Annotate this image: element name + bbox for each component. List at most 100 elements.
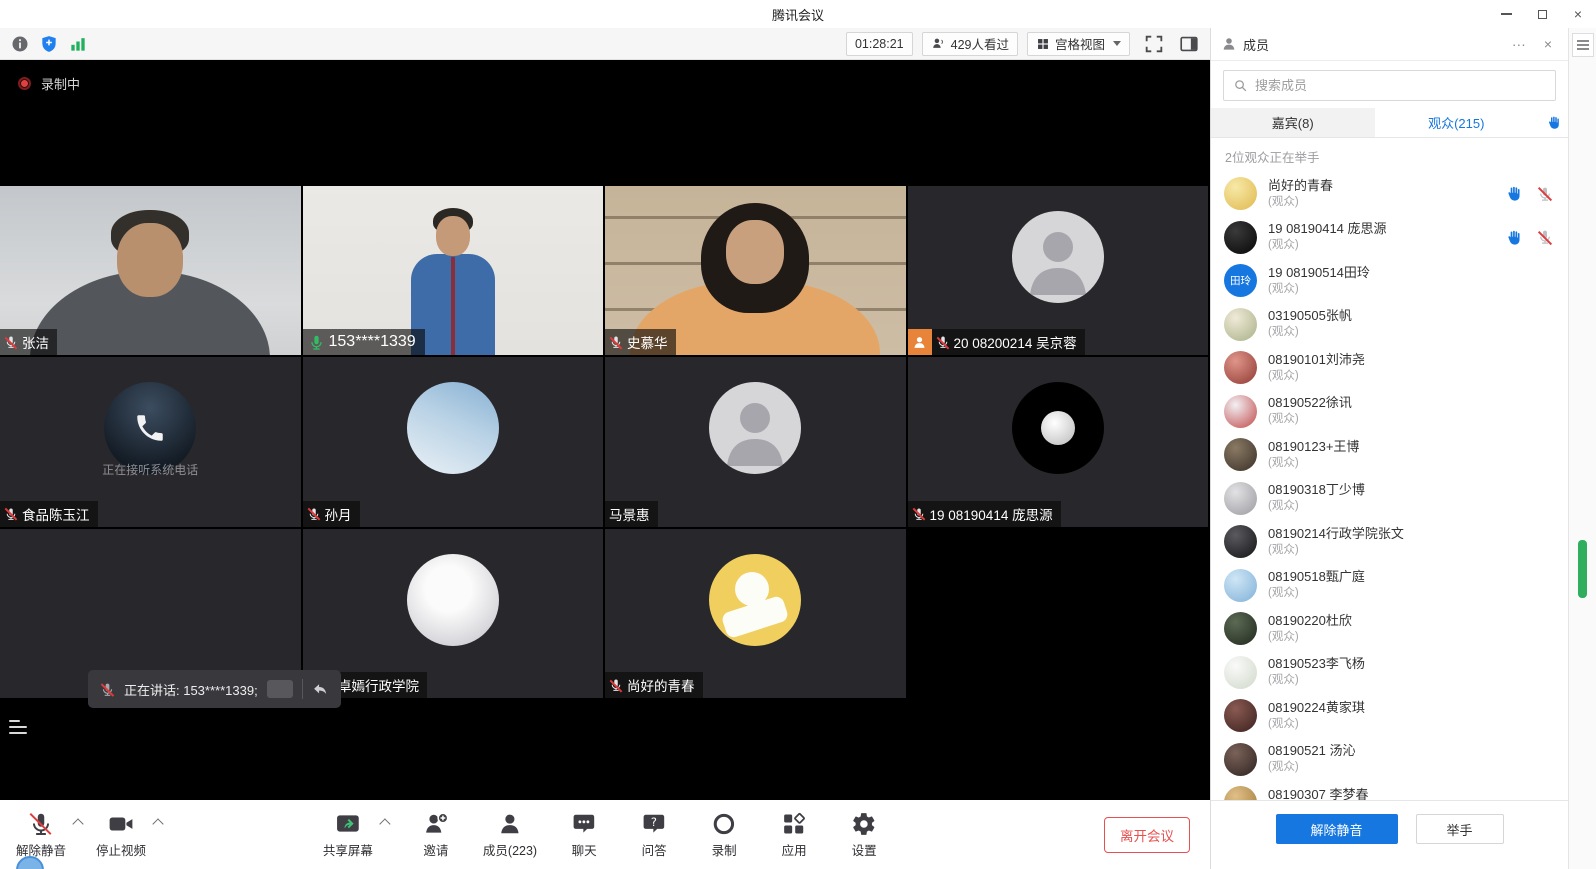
bottom-toolbar: 解除静音 停止视频 共享屏幕邀请成员(223) 聊天 ?问答录制应用设置 离开会议: [0, 800, 1210, 869]
shield-icon[interactable]: [39, 34, 59, 54]
video-tile[interactable]: 153****1339: [303, 186, 604, 355]
raise-hand-note: 2位观众正在举手: [1211, 138, 1568, 169]
invite-icon: [423, 811, 449, 837]
tile-name-label: 食品陈玉江: [0, 501, 98, 527]
video-grid: 张洁153****1339 史慕华 20 08200214 吴京蓉正在接听系统电话食…: [0, 186, 1208, 698]
network-signal-icon[interactable]: [68, 34, 88, 54]
tile-name-label: 马景惠: [605, 501, 658, 527]
speaking-toast-text: 正在讲话: 153****1339;: [124, 680, 258, 699]
chevron-up-icon[interactable]: [72, 818, 83, 829]
member-row[interactable]: 08190307 李梦春(观众): [1211, 781, 1568, 800]
reply-arrow-icon[interactable]: [312, 681, 329, 698]
tile-name-label: 孙月: [303, 501, 360, 527]
toolbar-item-record[interactable]: 录制: [701, 811, 747, 859]
member-row[interactable]: 08190123+王博(观众): [1211, 433, 1568, 477]
member-role: (观众): [1268, 238, 1494, 253]
member-row[interactable]: 08190214行政学院张文(观众): [1211, 520, 1568, 564]
raised-hands-indicator-icon[interactable]: [1538, 108, 1568, 137]
toolbar-item-apps[interactable]: 应用: [771, 811, 817, 859]
more-options-button[interactable]: ···: [1506, 36, 1532, 52]
video-tile[interactable]: 正在接听系统电话食品陈玉江: [0, 357, 301, 526]
mic-muted-icon: [100, 682, 115, 697]
toolbar-item-camera[interactable]: 停止视频: [96, 811, 162, 859]
top-toolbar: 01:28:21 429人看过 宫格视图: [0, 28, 1210, 60]
collapse-panel-button[interactable]: [1572, 33, 1594, 57]
member-row[interactable]: 08190318丁少博(观众): [1211, 477, 1568, 521]
member-row[interactable]: 尚好的青春(观众): [1211, 172, 1568, 216]
mic-muted-icon: [936, 335, 950, 349]
member-role: (观众): [1268, 499, 1542, 514]
member-row[interactable]: 08190522徐讯(观众): [1211, 390, 1568, 434]
member-row[interactable]: 08190224黄家琪(观众): [1211, 694, 1568, 738]
member-role: (观众): [1268, 195, 1494, 210]
mic-muted-icon: [609, 678, 623, 692]
viewers-count-button[interactable]: 429人看过: [922, 32, 1018, 56]
raise-hand-button[interactable]: 举手: [1416, 814, 1504, 844]
member-row[interactable]: 08190521 汤沁(观众): [1211, 738, 1568, 782]
member-role: (观众): [1268, 760, 1542, 775]
video-tile[interactable]: 马景惠: [605, 357, 906, 526]
member-status-icons: [1505, 185, 1555, 202]
scrollbar-thumb[interactable]: [1578, 540, 1587, 598]
toolbar-item-label: 解除静音: [16, 840, 66, 859]
toast-divider: [302, 679, 303, 699]
member-role: (观众): [1268, 412, 1542, 427]
info-icon[interactable]: [10, 34, 30, 54]
toolbar-item-share-screen[interactable]: 共享屏幕: [323, 811, 389, 859]
member-row[interactable]: 08190523李飞杨(观众): [1211, 651, 1568, 695]
unmute-button[interactable]: 解除静音: [1276, 814, 1398, 844]
fullscreen-button[interactable]: [1143, 33, 1165, 55]
member-name: 尚好的青春: [1268, 178, 1494, 195]
toolbar-item-label: 成员(223): [483, 840, 537, 859]
search-icon: [1233, 78, 1248, 93]
member-role: (观众): [1268, 543, 1542, 558]
member-row[interactable]: 19 08190414 庞思源(观众): [1211, 216, 1568, 260]
toolbar-item-invite[interactable]: 邀请: [413, 811, 459, 859]
view-mode-button[interactable]: 宫格视图: [1027, 32, 1130, 56]
member-avatar: [1224, 743, 1257, 776]
member-name: 08190518甄广庭: [1268, 569, 1542, 586]
video-tile[interactable]: 19 08190414 庞思源: [908, 357, 1209, 526]
member-row[interactable]: 08190220杜欣(观众): [1211, 607, 1568, 651]
video-tile[interactable]: 尚好的青春: [605, 529, 906, 698]
member-list[interactable]: 尚好的青春(观众)19 08190414 庞思源(观众)田玲 19 081905…: [1211, 169, 1568, 800]
side-panel-toggle-button[interactable]: [1178, 33, 1200, 55]
chevron-up-icon[interactable]: [379, 818, 390, 829]
member-row[interactable]: 08190518甄广庭(观众): [1211, 564, 1568, 608]
tab-guests[interactable]: 嘉宾(8): [1211, 108, 1375, 137]
mic-muted-icon: [912, 507, 926, 521]
member-info: 08190318丁少博(观众): [1268, 482, 1542, 514]
member-role: (观众): [1268, 673, 1542, 688]
member-row[interactable]: 03190505张帆(观众): [1211, 303, 1568, 347]
member-row[interactable]: 田玲 19 08190514田玲(观众): [1211, 259, 1568, 303]
tab-audience[interactable]: 观众(215): [1375, 108, 1539, 137]
toolbar-item-qa[interactable]: ?问答: [631, 811, 677, 859]
video-tile[interactable]: 张洁: [0, 186, 301, 355]
member-row[interactable]: 08190101刘沛尧(观众): [1211, 346, 1568, 390]
maximize-button[interactable]: [1524, 0, 1560, 28]
toolbar-item-chat[interactable]: 聊天: [561, 811, 607, 859]
leave-meeting-button[interactable]: 离开会议: [1104, 817, 1190, 853]
toolbar-item-settings[interactable]: 设置: [841, 811, 887, 859]
toolbar-item-mic-muted[interactable]: 解除静音: [16, 811, 82, 859]
toolbar-item-label: 停止视频: [96, 840, 146, 859]
participant-name: 孙月: [325, 504, 352, 524]
video-tile[interactable]: 孙月: [303, 357, 604, 526]
video-tile[interactable]: 20 08200214 吴京蓉: [908, 186, 1209, 355]
member-info: 19 08190414 庞思源(观众): [1268, 221, 1494, 253]
search-input[interactable]: [1255, 78, 1546, 93]
participant-name: 史慕华: [627, 332, 668, 352]
close-button[interactable]: ×: [1560, 0, 1596, 28]
edge-strip: [1568, 28, 1596, 869]
layout-list-icon[interactable]: [9, 720, 27, 734]
minimize-button[interactable]: [1488, 0, 1524, 28]
members-icon: [497, 811, 523, 837]
chevron-up-icon[interactable]: [152, 818, 163, 829]
toolbar-item-members[interactable]: 成员(223): [483, 811, 537, 859]
member-name: 08190522徐讯: [1268, 395, 1542, 412]
participant-name: 19 08190414 庞思源: [930, 504, 1053, 524]
close-panel-button[interactable]: ×: [1538, 36, 1558, 52]
video-tile[interactable]: 马卓嫣行政学院: [303, 529, 604, 698]
video-tile[interactable]: 史慕华: [605, 186, 906, 355]
raised-hand-icon: [1505, 229, 1522, 246]
